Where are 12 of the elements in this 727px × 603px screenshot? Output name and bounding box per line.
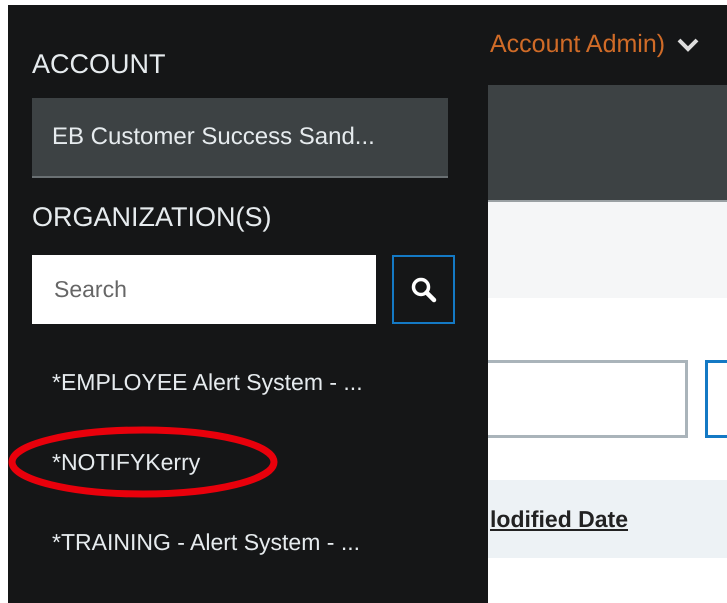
column-header[interactable]: lodified Date <box>490 502 628 536</box>
section-label: ORGANIZATION(S) <box>32 204 272 231</box>
account-selector[interactable]: EB Customer Success Sand... <box>32 98 448 178</box>
chevron-down-icon[interactable] <box>677 38 700 52</box>
search-button[interactable] <box>392 255 455 324</box>
search-icon <box>410 276 436 302</box>
search-field[interactable]: Search <box>32 255 376 324</box>
organization-link[interactable]: *TRAINING - Alert System - ... <box>52 524 360 560</box>
input-field[interactable] <box>488 360 688 438</box>
user-menu[interactable]: Account Admin) <box>490 26 666 64</box>
section-label: ACCOUNT <box>32 51 166 78</box>
organization-link[interactable]: *EMPLOYEE Alert System - ... <box>52 364 363 400</box>
